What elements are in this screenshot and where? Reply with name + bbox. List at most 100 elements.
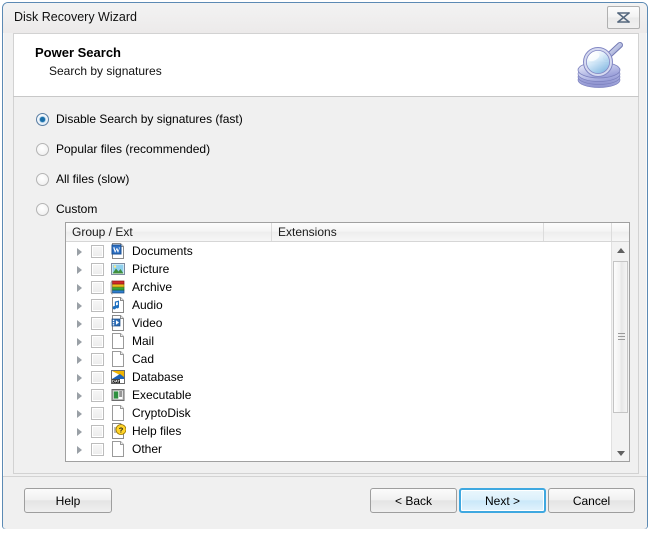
tree-row-list[interactable]: W Documents Picture Archive Audio Video Mail Ca… bbox=[66, 242, 612, 462]
tree-column-header-1[interactable]: Extensions bbox=[272, 223, 544, 241]
svg-text:W: W bbox=[113, 245, 121, 254]
blank-page-icon bbox=[110, 441, 126, 457]
picture-icon bbox=[110, 261, 126, 277]
close-button[interactable] bbox=[607, 6, 640, 29]
scroll-down-arrow-icon[interactable] bbox=[612, 445, 629, 462]
tree-row[interactable]: Mail bbox=[66, 332, 612, 350]
radio-all-files-label: All files (slow) bbox=[56, 172, 129, 186]
row-label: Audio bbox=[132, 298, 163, 312]
row-checkbox[interactable] bbox=[91, 425, 104, 438]
window-title: Disk Recovery Wizard bbox=[14, 10, 137, 24]
expand-chevron-right-icon[interactable] bbox=[74, 390, 85, 401]
row-checkbox[interactable] bbox=[91, 281, 104, 294]
expand-chevron-right-icon[interactable] bbox=[74, 318, 85, 329]
expand-chevron-right-icon[interactable] bbox=[74, 282, 85, 293]
tree-row[interactable]: Executable bbox=[66, 386, 612, 404]
row-checkbox[interactable] bbox=[91, 263, 104, 276]
tree-row[interactable]: CryptoDisk bbox=[66, 404, 612, 422]
row-checkbox[interactable] bbox=[91, 443, 104, 456]
database-dat-icon: DAT bbox=[110, 369, 126, 385]
expand-chevron-right-icon[interactable] bbox=[74, 354, 85, 365]
tree-row[interactable]: Archive bbox=[66, 278, 612, 296]
video-film-icon bbox=[110, 315, 126, 331]
row-checkbox[interactable] bbox=[91, 335, 104, 348]
magnifying-glass-icon bbox=[570, 36, 630, 92]
row-label: Archive bbox=[132, 280, 172, 294]
cancel-button[interactable]: Cancel bbox=[548, 488, 635, 513]
help-button[interactable]: Help bbox=[24, 488, 112, 513]
radio-custom-label: Custom bbox=[56, 202, 97, 216]
body-panel: Disable Search by signatures (fast) Popul… bbox=[13, 97, 639, 474]
expand-chevron-right-icon[interactable] bbox=[74, 408, 85, 419]
file-group-tree[interactable]: Group / ExtExtensions W Documents Picture A… bbox=[65, 222, 630, 462]
tree-column-header-2[interactable] bbox=[544, 223, 612, 241]
tree-row[interactable]: Cad bbox=[66, 350, 612, 368]
radio-disable-search[interactable]: Disable Search by signatures (fast) bbox=[36, 111, 243, 127]
svg-text:DAT: DAT bbox=[112, 379, 120, 384]
row-label: Mail bbox=[132, 334, 154, 348]
blank-page-icon bbox=[110, 333, 126, 349]
expand-chevron-right-icon[interactable] bbox=[74, 444, 85, 455]
expand-chevron-right-icon[interactable] bbox=[74, 246, 85, 257]
tree-row[interactable]: Audio bbox=[66, 296, 612, 314]
tree-scrollbar[interactable] bbox=[611, 242, 629, 462]
radio-disable-search-label: Disable Search by signatures (fast) bbox=[56, 112, 243, 126]
blank-page-icon bbox=[110, 405, 126, 421]
row-checkbox[interactable] bbox=[91, 407, 104, 420]
archive-books-icon bbox=[110, 279, 126, 295]
next-button[interactable]: Next > bbox=[459, 488, 546, 513]
page-subtitle: Search by signatures bbox=[49, 64, 162, 78]
audio-note-icon bbox=[110, 297, 126, 313]
radio-popular-files[interactable]: Popular files (recommended) bbox=[36, 141, 210, 157]
expand-chevron-right-icon[interactable] bbox=[74, 300, 85, 311]
tree-row[interactable]: W Documents bbox=[66, 242, 612, 260]
tree-row[interactable]: DAT Database bbox=[66, 368, 612, 386]
page-title: Power Search bbox=[35, 45, 121, 60]
tree-row[interactable]: Other bbox=[66, 440, 612, 458]
tree-column-header-0[interactable]: Group / Ext bbox=[66, 223, 272, 241]
radio-disable-search-indicator[interactable] bbox=[36, 113, 49, 126]
row-checkbox[interactable] bbox=[91, 317, 104, 330]
wizard-window: Disk Recovery Wizard Power Search Search… bbox=[2, 2, 648, 529]
row-checkbox[interactable] bbox=[91, 245, 104, 258]
expand-chevron-right-icon[interactable] bbox=[74, 336, 85, 347]
radio-popular-files-label: Popular files (recommended) bbox=[56, 142, 210, 156]
row-label: Picture bbox=[132, 262, 169, 276]
tree-row[interactable]: Video bbox=[66, 314, 612, 332]
expand-chevron-right-icon[interactable] bbox=[74, 426, 85, 437]
title-bar: Disk Recovery Wizard bbox=[3, 3, 647, 33]
header-panel: Power Search Search by signatures bbox=[13, 33, 639, 96]
tree-column-header: Group / ExtExtensions bbox=[66, 223, 629, 242]
tree-row[interactable]: ? Help files bbox=[66, 422, 612, 440]
row-label: Executable bbox=[132, 388, 191, 402]
radio-all-files-indicator[interactable] bbox=[36, 173, 49, 186]
svg-text:?: ? bbox=[119, 425, 124, 434]
scrollbar-thumb[interactable] bbox=[613, 261, 628, 413]
radio-all-files[interactable]: All files (slow) bbox=[36, 171, 129, 187]
row-checkbox[interactable] bbox=[91, 353, 104, 366]
row-label: Other bbox=[132, 442, 162, 456]
radio-custom[interactable]: Custom bbox=[36, 201, 97, 217]
row-label: Help files bbox=[132, 424, 181, 438]
expand-chevron-right-icon[interactable] bbox=[74, 264, 85, 275]
radio-custom-indicator[interactable] bbox=[36, 203, 49, 216]
expand-chevron-right-icon[interactable] bbox=[74, 372, 85, 383]
scroll-up-arrow-icon[interactable] bbox=[612, 242, 629, 259]
row-label: Database bbox=[132, 370, 183, 384]
help-page-icon: ? bbox=[110, 423, 126, 439]
row-checkbox[interactable] bbox=[91, 389, 104, 402]
back-button[interactable]: < Back bbox=[370, 488, 457, 513]
row-label: Documents bbox=[132, 244, 193, 258]
radio-popular-files-indicator[interactable] bbox=[36, 143, 49, 156]
row-checkbox[interactable] bbox=[91, 371, 104, 384]
close-icon bbox=[608, 7, 639, 28]
footer-bar: Help < Back Next > Cancel bbox=[3, 477, 647, 529]
row-label: Video bbox=[132, 316, 162, 330]
row-label: Cad bbox=[132, 352, 154, 366]
word-document-icon: W bbox=[110, 243, 126, 259]
row-label: CryptoDisk bbox=[132, 406, 191, 420]
row-checkbox[interactable] bbox=[91, 299, 104, 312]
executable-icon bbox=[110, 387, 126, 403]
tree-row[interactable]: Picture bbox=[66, 260, 612, 278]
blank-page-icon bbox=[110, 351, 126, 367]
